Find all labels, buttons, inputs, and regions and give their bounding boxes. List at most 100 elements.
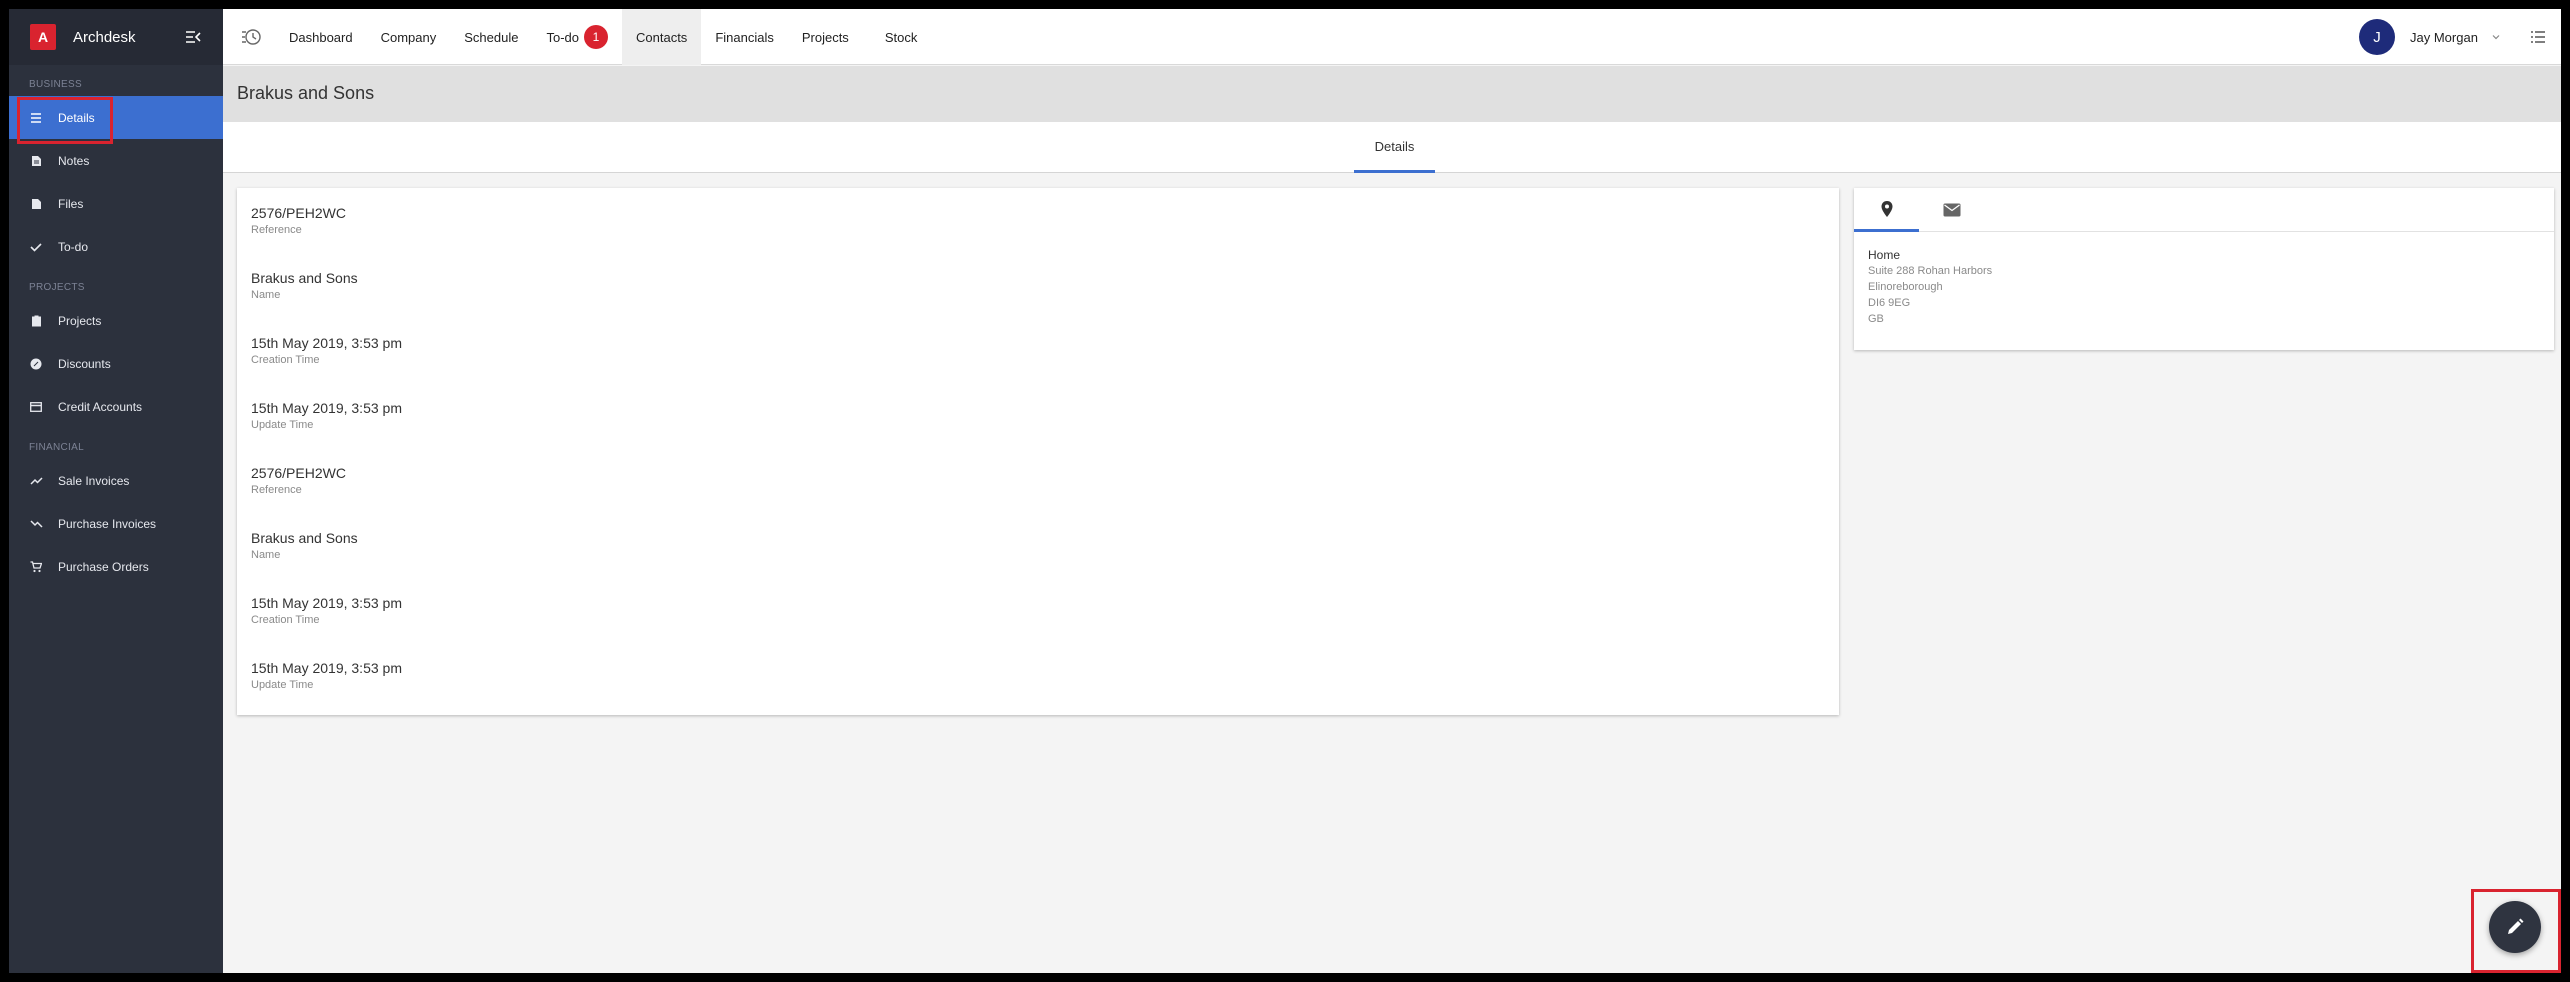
address-title: Home — [1868, 248, 1901, 262]
sidebar-item-label: Details — [58, 110, 95, 125]
clipboard-icon — [29, 314, 43, 328]
page-title: Brakus and Sons — [237, 83, 375, 103]
detail-value: 2576/PEH2WC — [251, 465, 346, 481]
sidebar-item-projects[interactable]: Projects — [9, 299, 223, 342]
list-icon — [29, 111, 43, 125]
sidebar-item-purchase-invoices[interactable]: Purchase Invoices — [9, 502, 223, 545]
section-business: BUSINESS — [29, 79, 82, 90]
details-card: 2576/PEH2WC Reference Brakus and Sons Na… — [237, 188, 1839, 715]
address-line: Elinoreborough — [1868, 281, 1943, 293]
sidebar-item-credit-accounts[interactable]: Credit Accounts — [9, 385, 223, 428]
detail-label: Name — [251, 289, 281, 301]
detail-value: 2576/PEH2WC — [251, 205, 346, 221]
main-nav: Dashboard Company Schedule To-do 1 Conta… — [275, 9, 931, 65]
sidebar-item-label: Notes — [58, 153, 90, 168]
pencil-icon — [2508, 918, 2524, 934]
detail-field: 2576/PEH2WC Reference — [237, 201, 1839, 266]
detail-value: Brakus and Sons — [251, 530, 358, 546]
tab-bar: Details — [223, 122, 2561, 173]
nav-projects[interactable]: Projects — [788, 9, 863, 65]
sidebar-item-label: Credit Accounts — [58, 399, 143, 414]
detail-label: Creation Time — [251, 614, 320, 626]
sidebar-item-details[interactable]: Details — [9, 96, 223, 144]
user-name: Jay Morgan — [2410, 29, 2478, 45]
detail-value: Brakus and Sons — [251, 270, 358, 286]
sidebar-item-purchase-orders[interactable]: Purchase Orders — [9, 545, 223, 588]
sidebar-item-files[interactable]: Files — [9, 182, 223, 225]
app-logo[interactable]: A — [30, 24, 56, 50]
detail-field: Brakus and Sons Name — [237, 266, 1839, 331]
sidebar-item-label: Files — [58, 196, 84, 211]
location-pin-icon — [1881, 200, 1892, 217]
edit-button[interactable] — [2489, 901, 2541, 953]
page-header: Brakus and Sons — [223, 66, 2561, 122]
sidebar-item-label: To-do — [58, 239, 89, 254]
tab-details[interactable]: Details — [1354, 122, 1435, 173]
task-list-icon[interactable] — [2528, 27, 2548, 47]
top-bar: Dashboard Company Schedule To-do 1 Conta… — [223, 9, 2561, 65]
nav-financials[interactable]: Financials — [701, 9, 788, 65]
sidebar-item-label: Sale Invoices — [58, 473, 130, 488]
detail-label: Creation Time — [251, 354, 320, 366]
detail-field: 15th May 2019, 3:53 pm Creation Time — [237, 591, 1839, 656]
detail-field: 15th May 2019, 3:53 pm Update Time — [237, 396, 1839, 461]
tab-address[interactable] — [1854, 188, 1919, 232]
detail-field: 2576/PEH2WC Reference — [237, 461, 1839, 526]
nav-todo-label: To-do — [546, 29, 579, 45]
detail-value: 15th May 2019, 3:53 pm — [251, 595, 402, 611]
address-line: DI6 9EG — [1868, 297, 1911, 309]
nav-schedule[interactable]: Schedule — [450, 9, 532, 65]
brand: A Archdesk — [9, 9, 223, 65]
address-line: GB — [1868, 313, 1884, 325]
history-icon[interactable] — [241, 26, 263, 48]
app-window: A Archdesk BUSINESS Details Notes Files … — [9, 9, 2561, 973]
discount-icon — [29, 357, 43, 371]
trending-up-icon — [29, 474, 43, 488]
avatar: J — [2359, 19, 2395, 55]
app-name: Archdesk — [73, 28, 136, 46]
nav-todo[interactable]: To-do 1 — [532, 9, 622, 65]
address-card: Home Suite 288 Rohan Harbors Elinoreboro… — [1854, 188, 2554, 350]
sidebar-item-todo[interactable]: To-do — [9, 225, 223, 268]
sidebar-item-label: Purchase Invoices — [58, 516, 157, 531]
detail-label: Update Time — [251, 679, 314, 691]
sidebar-item-label: Purchase Orders — [58, 559, 149, 574]
detail-label: Name — [251, 549, 281, 561]
collapse-sidebar-icon[interactable] — [183, 27, 203, 47]
section-projects: PROJECTS — [29, 282, 85, 293]
user-menu[interactable]: J Jay Morgan — [2359, 19, 2502, 55]
sidebar-item-sale-invoices[interactable]: Sale Invoices — [9, 459, 223, 502]
trending-down-icon — [29, 517, 43, 531]
detail-field: Brakus and Sons Name — [237, 526, 1839, 591]
email-icon — [1943, 203, 1960, 217]
tab-email[interactable] — [1919, 188, 1984, 232]
sidebar-item-notes[interactable]: Notes — [9, 139, 223, 182]
detail-label: Update Time — [251, 419, 314, 431]
detail-value: 15th May 2019, 3:53 pm — [251, 400, 402, 416]
file-icon — [29, 197, 43, 211]
cart-icon — [29, 560, 43, 574]
detail-value: 15th May 2019, 3:53 pm — [251, 660, 402, 676]
address-tabs — [1854, 188, 2554, 232]
address-line: Suite 288 Rohan Harbors — [1868, 265, 1993, 277]
address-block: Home Suite 288 Rohan Harbors Elinoreboro… — [1854, 232, 2554, 342]
detail-field: 15th May 2019, 3:53 pm Creation Time — [237, 331, 1839, 396]
todo-count-badge: 1 — [584, 25, 608, 49]
sidebar: A Archdesk BUSINESS Details Notes Files … — [9, 9, 223, 973]
detail-value: 15th May 2019, 3:53 pm — [251, 335, 402, 351]
credit-card-icon — [29, 400, 43, 414]
nav-contacts[interactable]: Contacts — [622, 9, 702, 65]
detail-field: 15th May 2019, 3:53 pm Update Time — [237, 656, 1839, 721]
detail-label: Reference — [251, 484, 302, 496]
nav-stock[interactable]: Stock — [863, 9, 932, 65]
sidebar-item-label: Projects — [58, 313, 102, 328]
nav-dashboard[interactable]: Dashboard — [275, 9, 367, 65]
section-financial: FINANCIAL — [29, 442, 84, 453]
note-icon — [29, 154, 43, 168]
check-icon — [29, 240, 43, 254]
nav-company[interactable]: Company — [367, 9, 451, 65]
sidebar-item-label: Discounts — [58, 356, 111, 371]
sidebar-item-discounts[interactable]: Discounts — [9, 342, 223, 385]
detail-label: Reference — [251, 224, 302, 236]
chevron-down-icon — [2492, 35, 2500, 40]
